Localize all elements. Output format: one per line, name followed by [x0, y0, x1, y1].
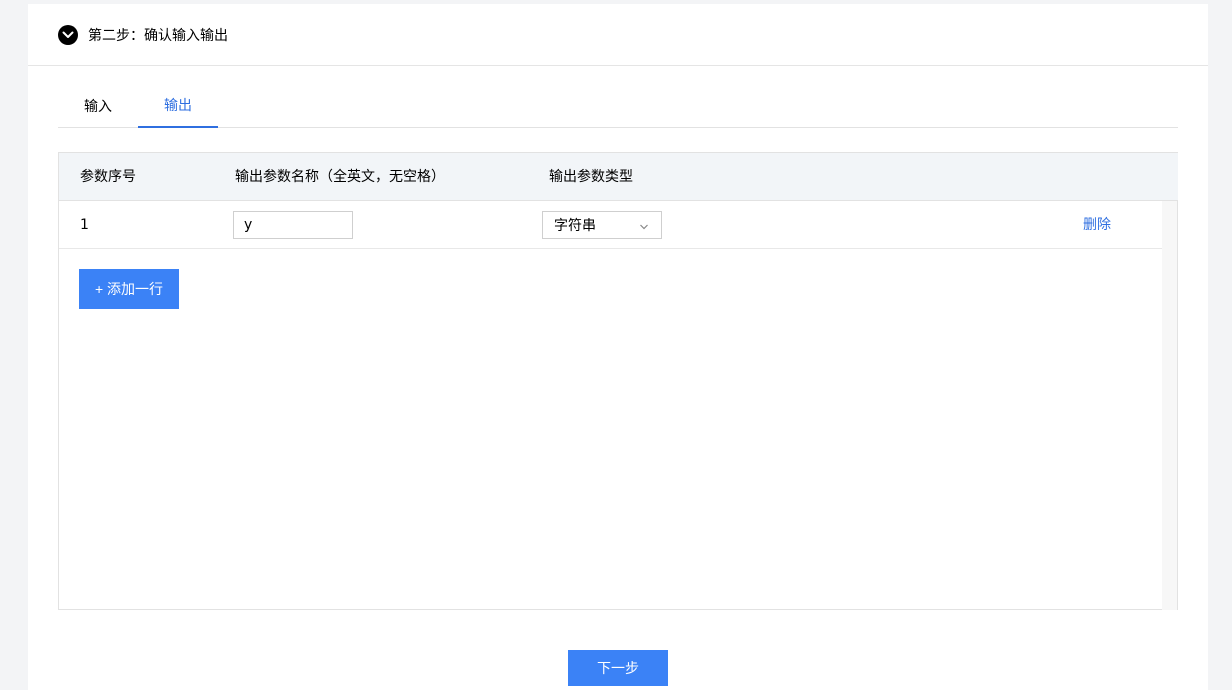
param-type-value: 字符串: [554, 218, 596, 234]
param-type-select[interactable]: 字符串: [542, 211, 662, 239]
scrollbar[interactable]: [1162, 201, 1178, 610]
chevron-down-icon[interactable]: [58, 24, 78, 45]
chevron-down-icon: [639, 220, 649, 236]
add-row-button[interactable]: + 添加一行: [79, 269, 179, 309]
delete-row-link[interactable]: 删除: [1083, 201, 1111, 249]
table-body: 1 字符串 删除 + 添加一行: [59, 201, 1163, 610]
column-header-index: 参数序号: [80, 169, 136, 185]
param-index: 1: [80, 217, 89, 233]
step-panel: 第二步：确认输入输出 输入 输出 参数序号 输出参数名称（全英文，无空格） 输出…: [28, 4, 1208, 690]
table-row: 1 字符串 删除: [59, 201, 1162, 249]
tab-output[interactable]: 输出: [138, 84, 218, 128]
column-header-type: 输出参数类型: [549, 169, 633, 185]
output-params-table: 参数序号 输出参数名称（全英文，无空格） 输出参数类型 1 字符串 删除 + 添: [58, 152, 1178, 610]
tab-input[interactable]: 输入: [58, 84, 138, 128]
param-name-input[interactable]: [233, 211, 353, 239]
tab-bar: 输入 输出: [58, 84, 1178, 128]
table-header: 参数序号 输出参数名称（全英文，无空格） 输出参数类型: [59, 153, 1178, 201]
step-header[interactable]: 第二步：确认输入输出: [28, 4, 1208, 66]
column-header-name: 输出参数名称（全英文，无空格）: [235, 169, 445, 185]
next-step-button[interactable]: 下一步: [568, 650, 668, 686]
step-title: 第二步：确认输入输出: [88, 27, 228, 44]
